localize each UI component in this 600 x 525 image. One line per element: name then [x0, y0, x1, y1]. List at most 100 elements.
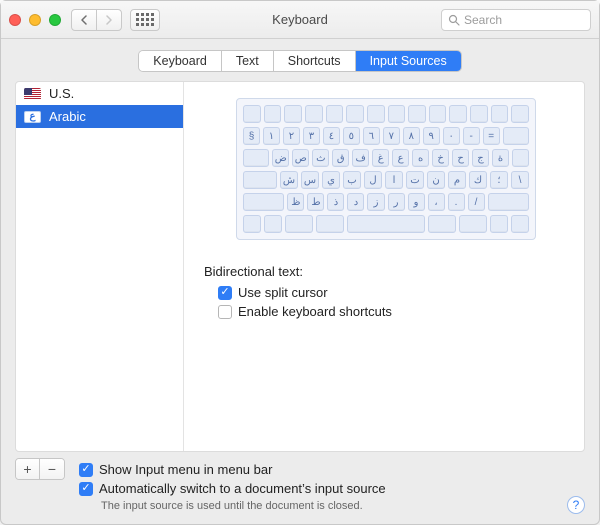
- tab-text[interactable]: Text: [222, 51, 274, 71]
- show-input-menu-option[interactable]: Show Input menu in menu bar: [79, 462, 386, 477]
- use-split-cursor-option[interactable]: Use split cursor: [218, 285, 568, 300]
- search-icon: [448, 14, 460, 26]
- kb-row-4: ظطذدزرو،./: [243, 193, 529, 211]
- tab-input-sources[interactable]: Input Sources: [356, 51, 461, 71]
- footer-note: The input source is used until the docum…: [101, 500, 386, 512]
- content: U.S. ع Arabic §١٢٣٤٥٦٧٨٩٠-=: [1, 81, 599, 524]
- key: ث: [312, 149, 329, 167]
- remove-source-button[interactable]: −: [40, 459, 64, 479]
- option-label: Automatically switch to a document’s inp…: [99, 481, 386, 496]
- kb-row-1: §١٢٣٤٥٦٧٨٩٠-=: [243, 127, 529, 145]
- option-label: Use split cursor: [238, 285, 328, 300]
- checkbox-unchecked-icon: [218, 305, 232, 319]
- key: ا: [385, 171, 403, 189]
- key: \: [511, 171, 529, 189]
- key: ع: [392, 149, 409, 167]
- source-item-us[interactable]: U.S.: [16, 82, 183, 105]
- key: .: [448, 193, 465, 211]
- key: ٣: [303, 127, 320, 145]
- key: ٨: [403, 127, 420, 145]
- tab-keyboard[interactable]: Keyboard: [139, 51, 222, 71]
- key: ك: [469, 171, 487, 189]
- tab-shortcuts[interactable]: Shortcuts: [274, 51, 356, 71]
- add-source-button[interactable]: +: [16, 459, 40, 479]
- segmented-control: Keyboard Text Shortcuts Input Sources: [139, 51, 460, 71]
- us-flag-icon: [24, 88, 41, 100]
- key: د: [347, 193, 364, 211]
- kb-row-space: [243, 215, 529, 233]
- key: [243, 171, 277, 189]
- key: ٤: [323, 127, 340, 145]
- key: ت: [406, 171, 424, 189]
- forward-button[interactable]: [96, 9, 122, 31]
- add-remove-control: + −: [15, 458, 65, 480]
- detail-pane: §١٢٣٤٥٦٧٨٩٠-= ضصثقفغعهخحجة شسيبلاتنمك؛\ …: [184, 82, 584, 451]
- key: ح: [452, 149, 469, 167]
- key: ،: [428, 193, 445, 211]
- show-all-button[interactable]: [130, 9, 160, 31]
- key: ش: [280, 171, 298, 189]
- key: س: [301, 171, 319, 189]
- key: [488, 193, 529, 211]
- zoom-window-button[interactable]: [49, 14, 61, 26]
- keyboard-preview: §١٢٣٤٥٦٧٨٩٠-= ضصثقفغعهخحجة شسيبلاتنمك؛\ …: [236, 98, 536, 240]
- enable-keyboard-shortcuts-option[interactable]: Enable keyboard shortcuts: [218, 304, 568, 319]
- key: ن: [427, 171, 445, 189]
- key: و: [408, 193, 425, 211]
- bidirectional-heading: Bidirectional text:: [204, 264, 568, 279]
- key: ؛: [490, 171, 508, 189]
- input-source-list[interactable]: U.S. ع Arabic: [16, 82, 184, 451]
- source-item-arabic[interactable]: ع Arabic: [16, 105, 183, 128]
- key: [503, 127, 529, 145]
- back-button[interactable]: [71, 9, 97, 31]
- window-controls: [9, 14, 61, 26]
- key: /: [468, 193, 485, 211]
- kb-row-3: شسيبلاتنمك؛\: [243, 171, 529, 189]
- auto-switch-option[interactable]: Automatically switch to a document’s inp…: [79, 481, 386, 496]
- nav-buttons: [71, 9, 122, 31]
- kb-row-2: ضصثقفغعهخحجة: [243, 149, 529, 167]
- footer: + − Show Input menu in menu bar Automati…: [15, 452, 585, 512]
- key: خ: [432, 149, 449, 167]
- key: [512, 149, 529, 167]
- checkbox-checked-icon: [79, 463, 93, 477]
- key: ٥: [343, 127, 360, 145]
- key: ض: [272, 149, 289, 167]
- key: [243, 193, 284, 211]
- checkbox-checked-icon: [79, 482, 93, 496]
- help-button[interactable]: ?: [567, 496, 585, 514]
- arabic-flag-icon: ع: [24, 111, 41, 123]
- key: ر: [388, 193, 405, 211]
- key: ص: [292, 149, 309, 167]
- key: ذ: [327, 193, 344, 211]
- key: ل: [364, 171, 382, 189]
- key: ٧: [383, 127, 400, 145]
- source-label: U.S.: [49, 86, 74, 101]
- key: ٠: [443, 127, 460, 145]
- key: [243, 149, 269, 167]
- bidirectional-section: Bidirectional text: Use split cursor Ena…: [204, 264, 568, 323]
- footer-options: Show Input menu in menu bar Automaticall…: [79, 458, 386, 512]
- key: ب: [343, 171, 361, 189]
- close-window-button[interactable]: [9, 14, 21, 26]
- key: ي: [322, 171, 340, 189]
- kb-fn-row: [243, 105, 529, 123]
- key: §: [243, 127, 260, 145]
- key: ز: [367, 193, 384, 211]
- key: ة: [492, 149, 509, 167]
- key: ٩: [423, 127, 440, 145]
- key: ط: [307, 193, 324, 211]
- minimize-window-button[interactable]: [29, 14, 41, 26]
- key: ظ: [287, 193, 304, 211]
- tab-bar: Keyboard Text Shortcuts Input Sources: [1, 39, 599, 81]
- key: -: [463, 127, 480, 145]
- key: ١: [263, 127, 280, 145]
- search-input[interactable]: [464, 13, 584, 27]
- key: م: [448, 171, 466, 189]
- key: ٢: [283, 127, 300, 145]
- search-field[interactable]: [441, 9, 591, 31]
- key: ه: [412, 149, 429, 167]
- key: =: [483, 127, 500, 145]
- key: ج: [472, 149, 489, 167]
- key: ٦: [363, 127, 380, 145]
